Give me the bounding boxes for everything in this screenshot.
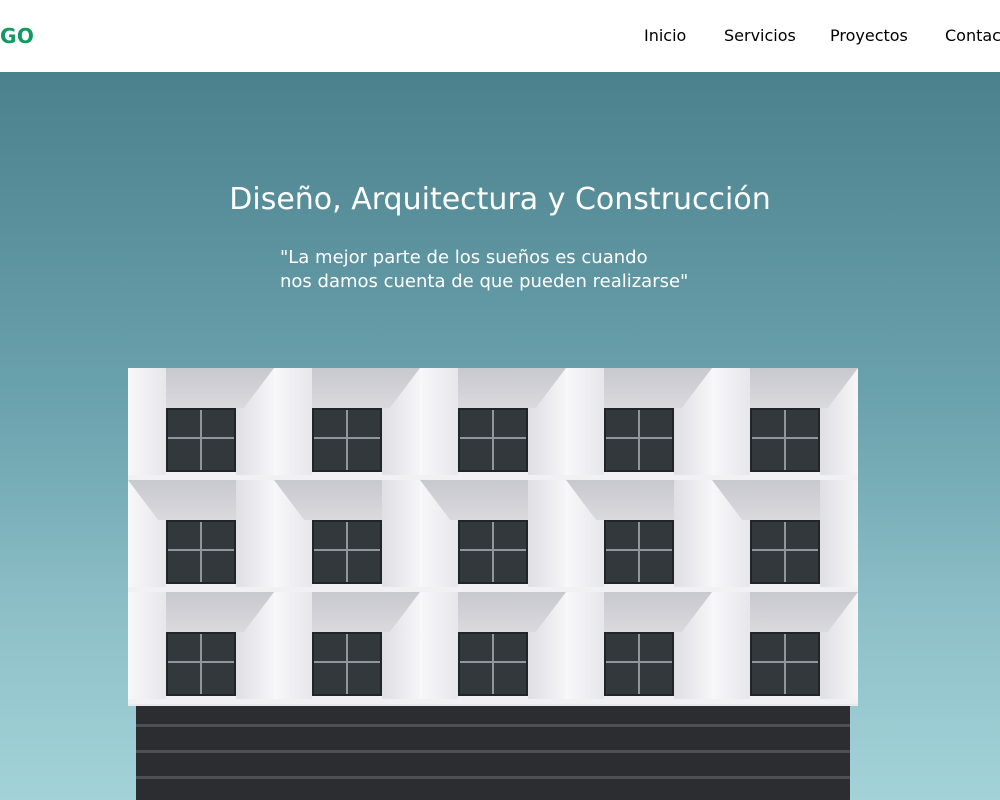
window	[604, 632, 674, 696]
window	[166, 408, 236, 472]
logo[interactable]: GO	[0, 24, 34, 48]
facade-module	[566, 480, 712, 592]
window	[312, 632, 382, 696]
window	[312, 408, 382, 472]
facade-module	[128, 592, 274, 704]
hero-title: Diseño, Arquitectura y Construcción	[229, 182, 771, 218]
window	[750, 632, 820, 696]
hero-quote: "La mejor parte de los sueños es cuando …	[280, 247, 689, 292]
window	[750, 520, 820, 584]
base-band	[136, 776, 850, 779]
facade-module	[420, 592, 566, 704]
facade-module	[274, 368, 420, 480]
window	[604, 520, 674, 584]
building-image	[128, 368, 858, 800]
window	[312, 520, 382, 584]
facade-module	[128, 480, 274, 592]
base-band	[136, 750, 850, 753]
facade-module	[566, 592, 712, 704]
window	[458, 632, 528, 696]
window	[458, 408, 528, 472]
window	[166, 632, 236, 696]
hero-section: Diseño, Arquitectura y Construcción "La …	[0, 72, 1000, 800]
facade-module	[712, 592, 858, 704]
base-band	[136, 724, 850, 727]
facade-module	[420, 368, 566, 480]
facade-module	[274, 480, 420, 592]
building-base	[136, 706, 850, 800]
window	[750, 408, 820, 472]
facade-module	[712, 368, 858, 480]
facade-module	[712, 480, 858, 592]
nav-item-proyectos[interactable]: Proyectos	[830, 26, 908, 45]
nav-item-inicio[interactable]: Inicio	[644, 26, 686, 45]
building-facade	[128, 368, 858, 706]
nav-item-contacto[interactable]: Contac	[945, 26, 1000, 45]
facade-module	[420, 480, 566, 592]
facade-module	[128, 368, 274, 480]
window	[166, 520, 236, 584]
facade-module	[566, 368, 712, 480]
top-navbar: GO Inicio Servicios Proyectos Contac	[0, 0, 1000, 72]
window	[604, 408, 674, 472]
nav-item-servicios[interactable]: Servicios	[724, 26, 796, 45]
facade-module	[274, 592, 420, 704]
window	[458, 520, 528, 584]
